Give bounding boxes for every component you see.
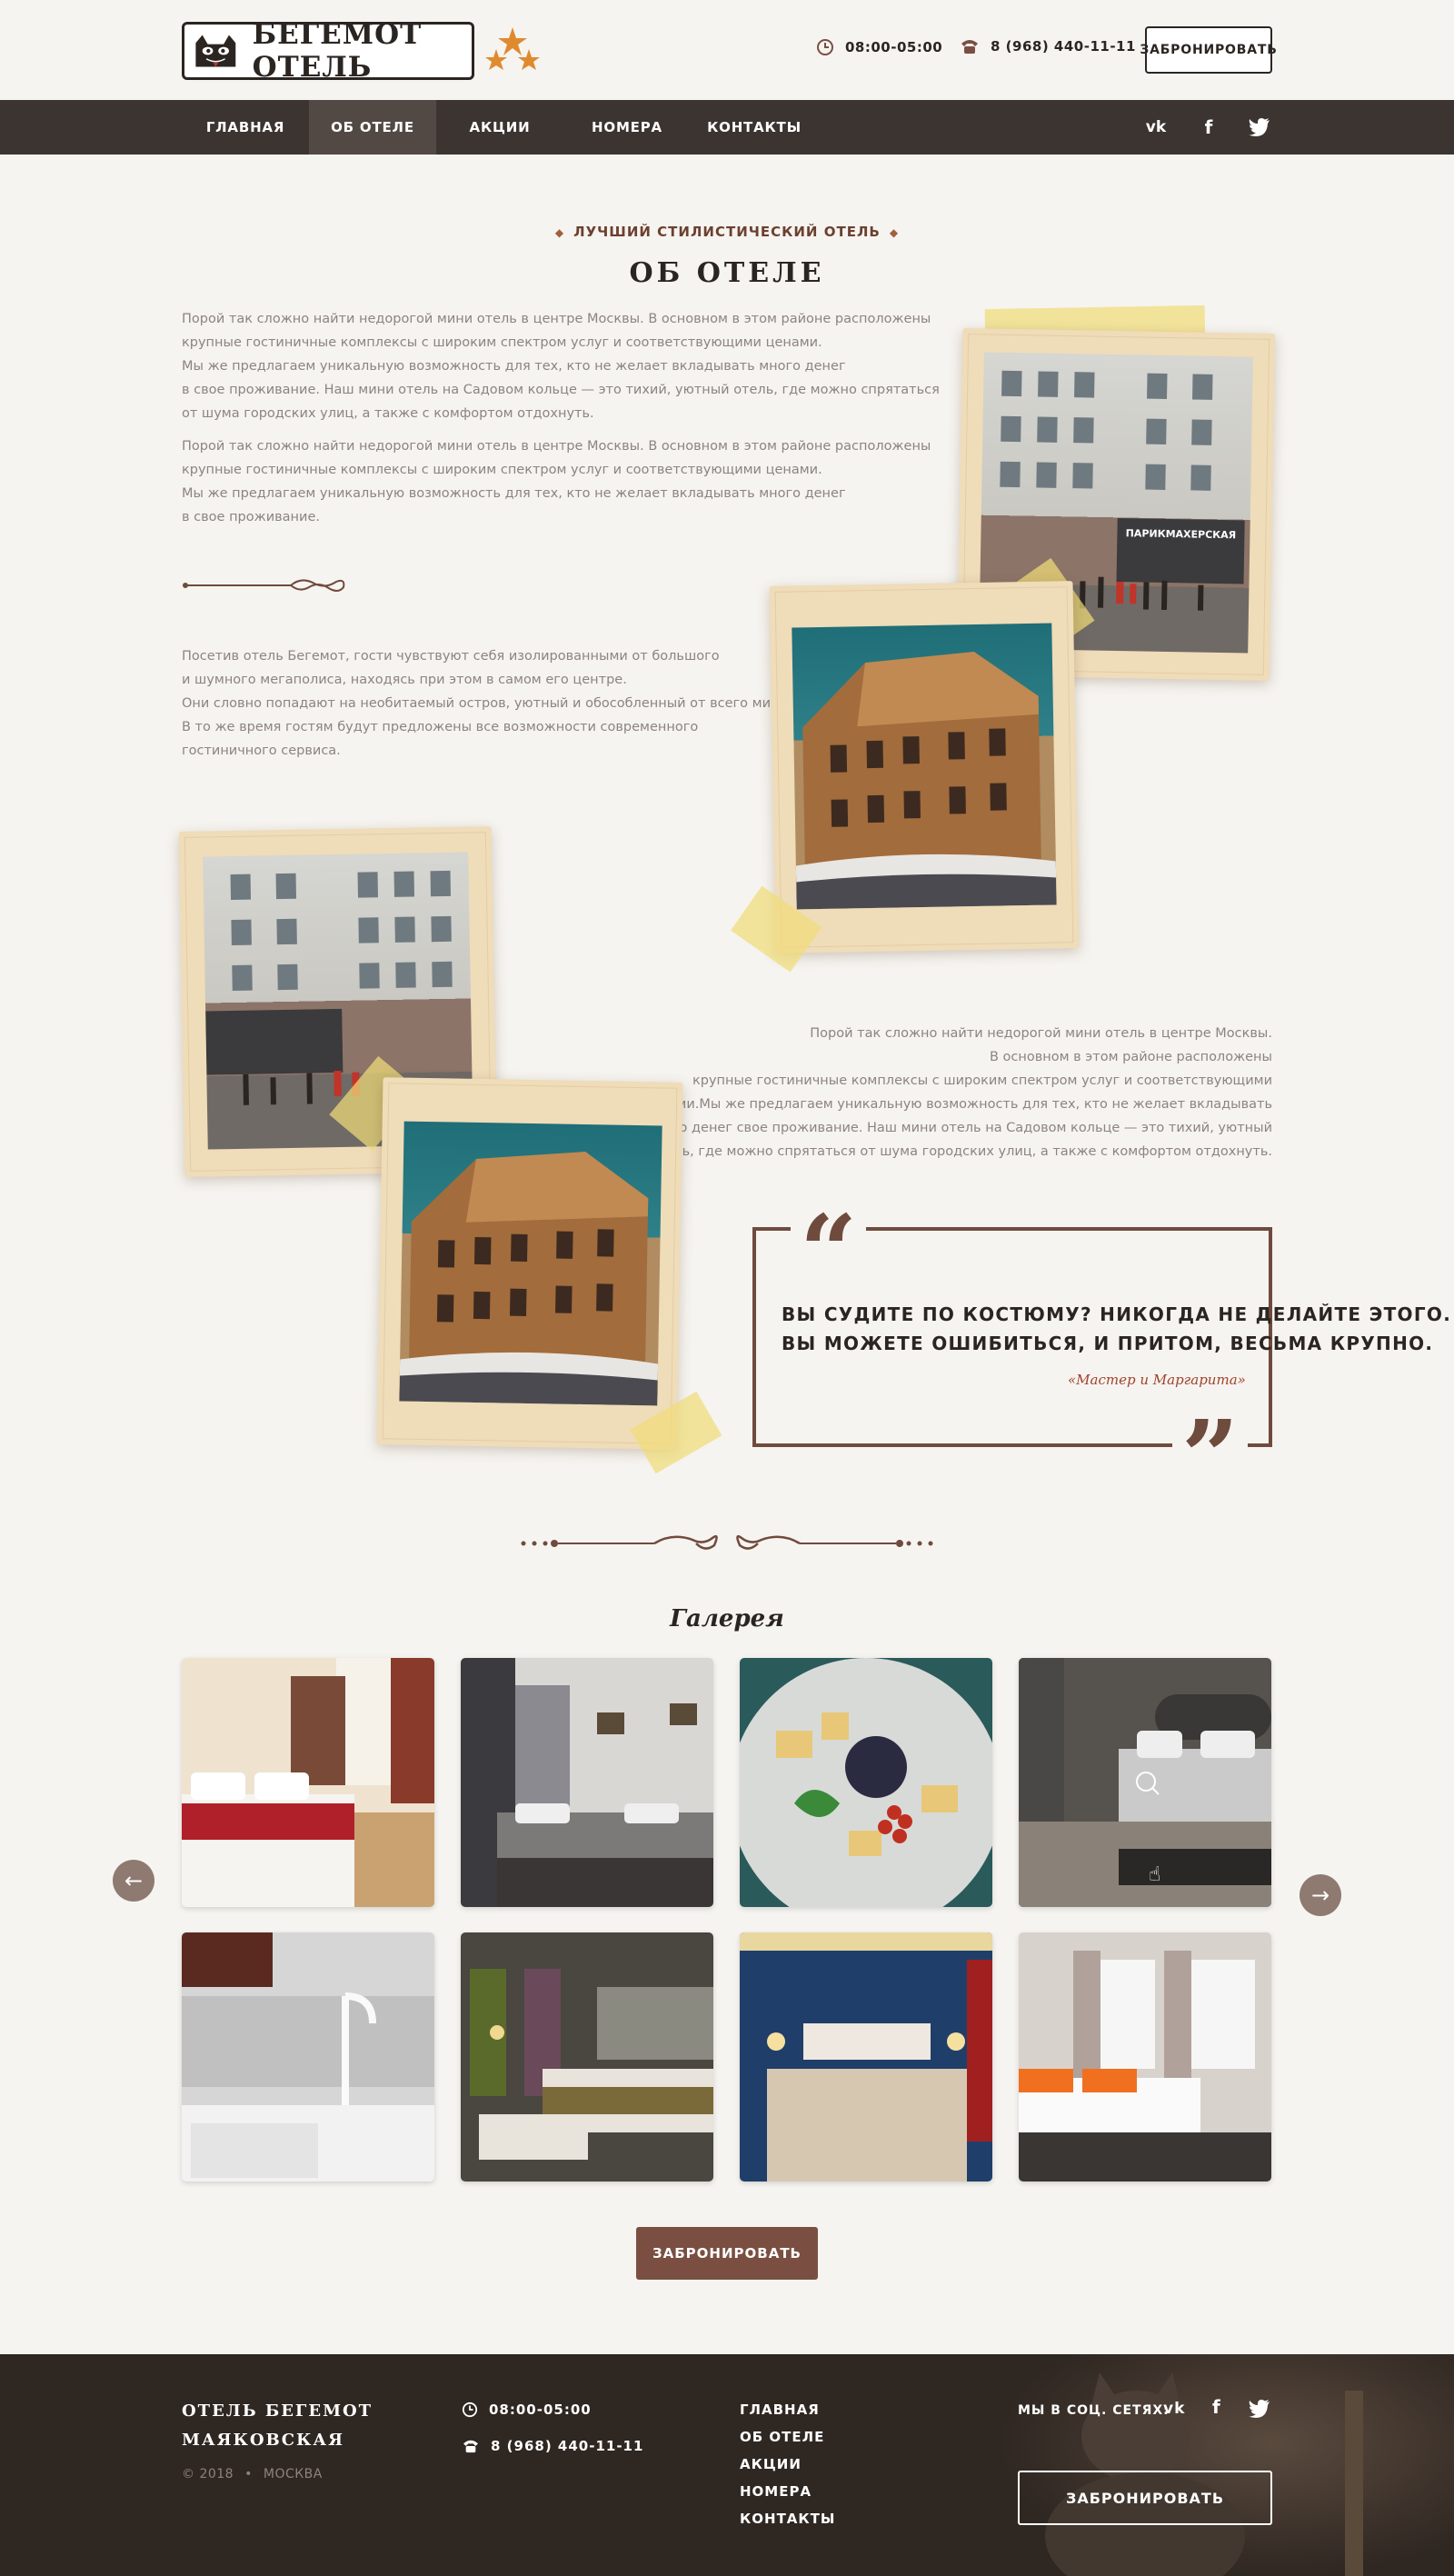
about-paragraph-1: Порой так сложно найти недорогой мини от… [182, 312, 940, 421]
stars-icon [485, 27, 540, 70]
footer-hours: 08:00-05:00 [462, 2401, 592, 2418]
twitter-icon[interactable] [1249, 2400, 1270, 2421]
header-hours: 08:00-05:00 [816, 38, 942, 56]
logo-text: БЕГЕМОТ ОТЕЛЬ [252, 18, 423, 84]
quote-source: «Мастер и Маргарита» [1068, 1372, 1246, 1388]
facebook-icon[interactable]: f [1196, 115, 1221, 140]
cat-logo-icon [195, 35, 236, 67]
old-building-photo [792, 623, 1057, 910]
kicker-text: ЛУЧШИЙ СТИЛИСТИЧЕСКИЙ ОТЕЛЬ [573, 224, 881, 240]
storefront-sign: ПАРИКМАХЕРСКАЯ [1126, 527, 1237, 541]
quote-close-icon: ” [1172, 1407, 1249, 1507]
phone-icon [463, 2440, 478, 2453]
header-phone[interactable]: 8 (968) 440-11-11 [960, 38, 1136, 55]
ornament-divider [183, 579, 345, 592]
footer-link-rooms[interactable]: НОМЕРА [740, 2483, 812, 2500]
arrow-left-icon[interactable]: ← [113, 1860, 154, 1902]
nav-item-about[interactable]: ОБ ОТЕЛЕ [309, 100, 436, 155]
gallery-item-kitchen[interactable] [182, 1932, 434, 2182]
gallery-title: Галерея [670, 1605, 784, 1632]
footer [0, 2354, 1454, 2576]
footer-cat-background-image [1000, 2354, 1454, 2576]
about-kicker: ◆ ЛУЧШИЙ СТИЛИСТИЧЕСКИЙ ОТЕЛЬ ◆ [554, 224, 900, 240]
footer-social-label: МЫ В СОЦ. СЕТЯХ: [1018, 2403, 1170, 2418]
gallery-item-room-red[interactable] [182, 1658, 434, 1907]
twitter-icon[interactable] [1247, 115, 1272, 140]
arrow-right-icon[interactable]: → [1300, 1874, 1341, 1916]
clock-icon [462, 2401, 478, 2418]
phone-text: 8 (968) 440-11-11 [991, 38, 1136, 55]
section-divider-ornament [521, 1535, 933, 1550]
nav-item-rooms[interactable]: НОМЕРА [563, 100, 691, 155]
gallery-item-room-blue[interactable] [740, 1932, 992, 2182]
gallery-book-button[interactable]: ЗАБРОНИРОВАТЬ [636, 2227, 818, 2280]
photo-frame-old-building-2 [376, 1077, 683, 1450]
gallery-item-cheese-plate[interactable] [740, 1658, 992, 1907]
footer-brand-line2: МАЯКОВСКАЯ [182, 2431, 344, 2450]
clock-icon [817, 39, 833, 55]
footer-copyright: © 2018 • МОСКВА [182, 2467, 323, 2481]
footer-link-promos[interactable]: АКЦИИ [740, 2456, 802, 2472]
phone-icon [961, 40, 978, 54]
page-title: ОБ ОТЕЛЕ [629, 257, 825, 289]
about-paragraph-3: Посетив отель Бегемот, гости чувствуют с… [182, 649, 792, 758]
about-paragraph-2: Порой так сложно найти недорогой мини от… [182, 439, 931, 524]
vk-icon[interactable]: vk [1163, 2400, 1185, 2418]
gallery-item-room-orange[interactable] [1019, 1932, 1271, 2182]
nav-item-home[interactable]: ГЛАВНАЯ [182, 100, 309, 155]
quote-text: ВЫ СУДИТЕ ПО КОСТЮМУ? НИКОГДА НЕ ДЕЛАЙТЕ… [782, 1303, 1452, 1354]
footer-link-contacts[interactable]: КОНТАКТЫ [740, 2511, 835, 2527]
vk-icon[interactable]: vk [1143, 115, 1169, 140]
header-book-button[interactable]: ЗАБРОНИРОВАТЬ [1140, 26, 1277, 74]
about-paragraph-4: Порой так сложно найти недорогой мини от… [642, 1026, 1272, 1159]
quote-open-icon: “ [791, 1202, 867, 1302]
gallery-item-room-green[interactable] [461, 1932, 713, 2182]
footer-link-about[interactable]: ОБ ОТЕЛЕ [740, 2429, 824, 2445]
footer-phone[interactable]: 8 (968) 440-11-11 [462, 2438, 643, 2454]
nav-item-promos[interactable]: АКЦИИ [436, 100, 563, 155]
footer-book-button[interactable]: ЗАБРОНИРОВАТЬ [1018, 2471, 1272, 2525]
main-nav: ГЛАВНАЯ ОБ ОТЕЛЕ АКЦИИ НОМЕРА КОНТАКТЫ v… [0, 100, 1454, 155]
gallery-item-room-dark[interactable]: ☝ [1019, 1658, 1271, 1907]
gallery-item-room-grey[interactable] [461, 1658, 713, 1907]
nav-item-contacts[interactable]: КОНТАКТЫ [691, 100, 818, 155]
hand-cursor-icon: ☝ [1149, 1863, 1161, 1886]
logo[interactable]: БЕГЕМОТ ОТЕЛЬ [182, 18, 474, 84]
photo-frame-old-building [769, 581, 1080, 954]
footer-brand-line1: ОТЕЛЬ БЕГЕМОТ [182, 2401, 373, 2421]
footer-link-home[interactable]: ГЛАВНАЯ [740, 2401, 820, 2418]
old-building-photo-2 [399, 1121, 662, 1406]
facebook-icon[interactable]: f [1212, 2396, 1221, 2418]
hours-text: 08:00-05:00 [845, 39, 943, 55]
